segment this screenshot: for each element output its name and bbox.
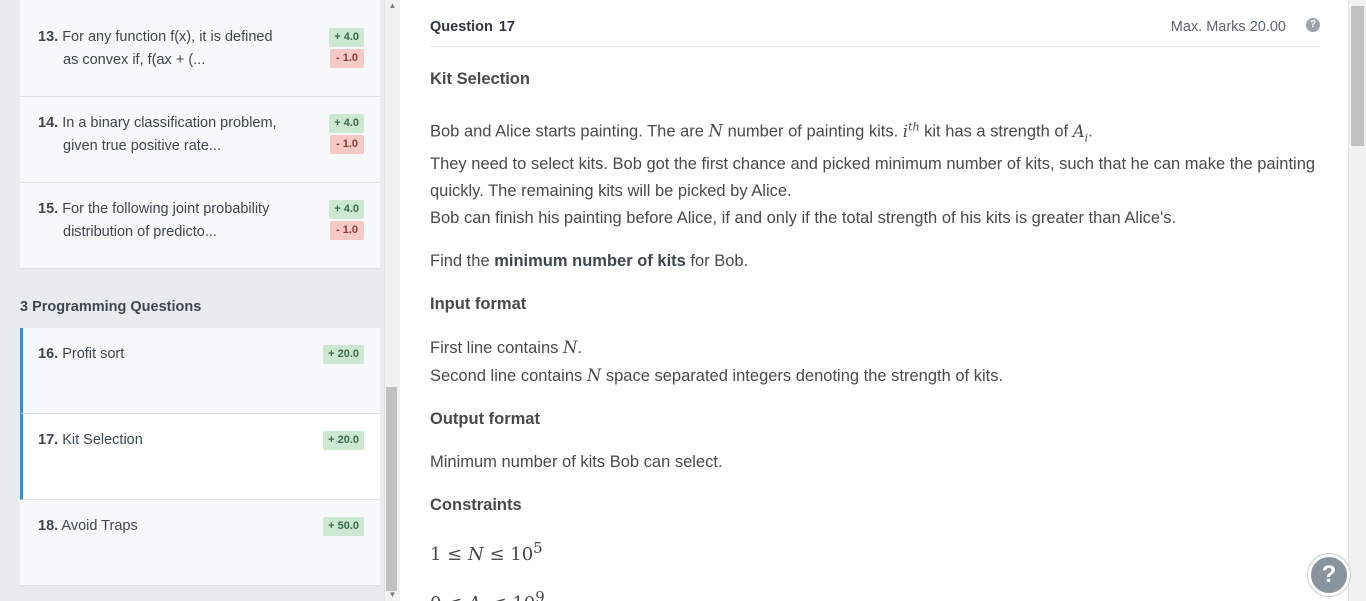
question-title: 16. Profit sort [38, 346, 125, 362]
scroll-up-arrow-icon[interactable]: ▲ [385, 0, 400, 12]
question-item-17[interactable]: 17. Kit Selection + 20.0 [20, 414, 380, 500]
max-marks: Max. Marks 20.00 [1170, 19, 1286, 35]
negative-marks-badge: - 1.0 [330, 49, 364, 68]
content-scrollbar-thumb[interactable] [1351, 6, 1364, 146]
question-item-14[interactable]: 14. In a binary classification problem, … [20, 97, 380, 183]
section-heading: 3 Programming Questions [20, 299, 202, 315]
negative-marks-badge: - 1.0 [330, 221, 364, 240]
scroll-down-arrow-icon[interactable]: ▼ [385, 589, 400, 601]
problem-title: Kit Selection [430, 70, 530, 88]
help-icon[interactable]: ? [1306, 18, 1320, 32]
output-format-text: Minimum number of kits Bob can select. [430, 452, 723, 471]
positive-marks-badge: + 4.0 [329, 114, 364, 133]
question-item-13[interactable]: 13. For any function f(x), it is defined… [20, 0, 380, 97]
question-sidebar: 13. For any function f(x), it is defined… [0, 0, 384, 601]
question-title: 13. For any function f(x), it is defined… [38, 29, 273, 68]
question-header: Question 17 Max. Marks 20.00 ? [430, 17, 1320, 47]
input-format-heading: Input format [430, 294, 527, 313]
description-line-1: Bob and Alice starts painting. The are N… [430, 120, 1093, 144]
positive-marks-badge: + 4.0 [329, 200, 364, 219]
floating-help-button[interactable]: ? [1308, 554, 1350, 596]
question-item-16[interactable]: 16. Profit sort + 20.0 [20, 328, 380, 414]
task-line: Find the minimum number of kits for Bob. [430, 251, 749, 270]
sidebar-scrollbar-thumb[interactable] [386, 387, 397, 591]
question-item-18[interactable]: 18. Avoid Traps + 50.0 [20, 500, 380, 586]
question-panel: Question 17 Max. Marks 20.00 ? Kit Select… [400, 0, 1348, 601]
positive-marks-badge: + 50.0 [323, 517, 364, 536]
question-label: Question 17 [430, 19, 515, 35]
question-title: 17. Kit Selection [38, 432, 143, 448]
problem-description: Bob and Alice starts painting. The are N… [430, 113, 1320, 232]
positive-marks-badge: + 4.0 [329, 28, 364, 47]
question-title: 18. Avoid Traps [38, 518, 138, 534]
description-line-2: They need to select kits. Bob got the fi… [430, 154, 1316, 200]
negative-marks-badge: - 1.0 [330, 135, 364, 154]
output-format-heading: Output format [430, 409, 540, 428]
constraints-heading: Constraints [430, 495, 522, 514]
constraint-a: 0 ≤ Ai ≤ 109 [430, 587, 545, 601]
question-title: 14. In a binary classification problem, … [38, 115, 277, 154]
problem-statement: Kit Selection Bob and Alice starts paint… [430, 66, 1320, 601]
positive-marks-badge: + 20.0 [323, 431, 364, 450]
input-format-text: First line contains N. Second line conta… [430, 337, 1004, 385]
constraint-n: 1 ≤ N ≤ 105 [430, 538, 543, 565]
question-title: 15. For the following joint probability … [38, 201, 270, 240]
question-item-15[interactable]: 15. For the following joint probability … [20, 183, 380, 269]
description-line-3: Bob can finish his painting before Alice… [430, 208, 1177, 227]
positive-marks-badge: + 20.0 [323, 345, 364, 364]
